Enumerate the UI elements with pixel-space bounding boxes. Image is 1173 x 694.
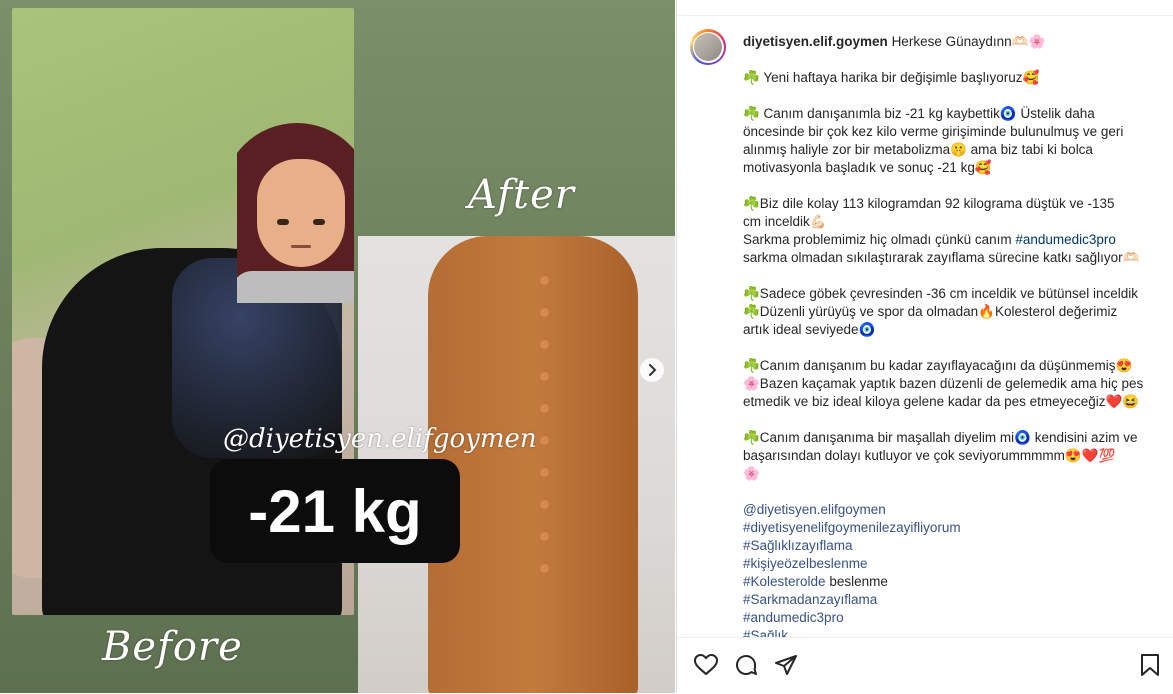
hashtag-link[interactable]: #andumedic3pro (743, 610, 844, 625)
hashtag-link[interactable]: #andumedic3pro (1015, 232, 1116, 247)
before-label: Before (102, 624, 243, 670)
caption-line: 🌸 (743, 466, 760, 481)
comment-button[interactable] (733, 652, 759, 678)
hashtag-link[interactable]: #Kolesterolde (743, 574, 826, 589)
bookmark-icon (1141, 654, 1159, 676)
caption-line: ☘️ Canım danışanımla biz -21 kg kaybetti… (743, 106, 1095, 121)
profile-avatar[interactable] (690, 29, 726, 65)
caption-text: beslenme (825, 574, 888, 589)
after-label: After (468, 172, 575, 218)
caption-line: motivasyonla başladık ve sonuç -21 kg🥰 (743, 160, 992, 175)
caption-line: başarısından dolayı kutluyor ve çok sevi… (743, 448, 1116, 463)
hashtag-link[interactable]: #diyetisyenelifgoymenilezayifliyorum (743, 520, 961, 535)
caption-line: 🌸Bazen kaçamak yaptık bazen düzenli de g… (743, 376, 1144, 391)
mention-link[interactable]: @diyetisyen.elifgoymen (743, 502, 886, 517)
chevron-right-icon (649, 364, 657, 376)
username-link[interactable]: diyetisyen.elif.goymen (743, 34, 888, 49)
hashtag-link[interactable]: #kişiyeözelbeslenme (743, 556, 868, 571)
post-details-panel: diyetisyen.elif.goymen Herkese Günaydınn… (676, 0, 1173, 693)
caption-line: ☘️Düzenli yürüyüş ve spor da olmadan🔥Kol… (743, 304, 1118, 319)
heart-icon (694, 654, 718, 675)
comment-icon (736, 654, 757, 675)
coat (428, 236, 638, 693)
caption-line: Sarkma problemimiz hiç olmadı çünkü canı… (743, 232, 1016, 247)
caption-line: ☘️ Yeni haftaya harika bir değişimle baş… (743, 70, 1040, 85)
carousel-next-button[interactable] (640, 358, 664, 382)
post-media[interactable]: After @diyetisyen.elifgoymen -21 kg Befo… (0, 0, 675, 693)
avatar (694, 33, 722, 61)
caption-line: artık ideal seviyede🧿 (743, 322, 876, 337)
caption-line: alınmış haliyle zor bir metabolizma🤫 ama… (743, 142, 1093, 157)
caption-line: etmedik ve biz ideal kiloya gelene kadar… (743, 394, 1140, 409)
send-icon (775, 655, 797, 675)
caption-line: öncesinde bir çok kez kilo verme girişim… (743, 124, 1124, 139)
caption-line: cm inceldik💪🏻 (743, 214, 827, 229)
caption-line: ☘️Sadece göbek çevresinden -36 cm inceld… (743, 286, 1139, 301)
share-button[interactable] (773, 652, 799, 678)
caption: diyetisyen.elif.goymen Herkese Günaydınn… (743, 33, 1153, 638)
caption-line: ☘️Canım danışanım bu kadar zayıflayacağı… (743, 358, 1133, 373)
caption-line: ☘️Biz dile kolay 113 kilogramdan 92 kilo… (743, 196, 1115, 211)
result-badge: -21 kg (210, 459, 460, 563)
caption-greeting: Herkese Günaydınn🫶🏻🌸 (891, 34, 1046, 49)
hashtag-link[interactable]: #Sağlıklızayıflama (743, 538, 853, 553)
avatar-sticker (237, 121, 354, 303)
like-button[interactable] (693, 652, 719, 678)
caption-line: sarkma olmadan sıkılaştırarak zayıflama … (743, 250, 1140, 265)
save-button[interactable] (1137, 652, 1163, 678)
handle-watermark: @diyetisyen.elifgoymen (223, 424, 537, 454)
caption-line: ☘️Canım danışanıma bir maşallah diyelim … (743, 430, 1138, 445)
hashtag-link[interactable]: #Sarkmadanzayıflama (743, 592, 877, 607)
action-bar (677, 637, 1173, 694)
